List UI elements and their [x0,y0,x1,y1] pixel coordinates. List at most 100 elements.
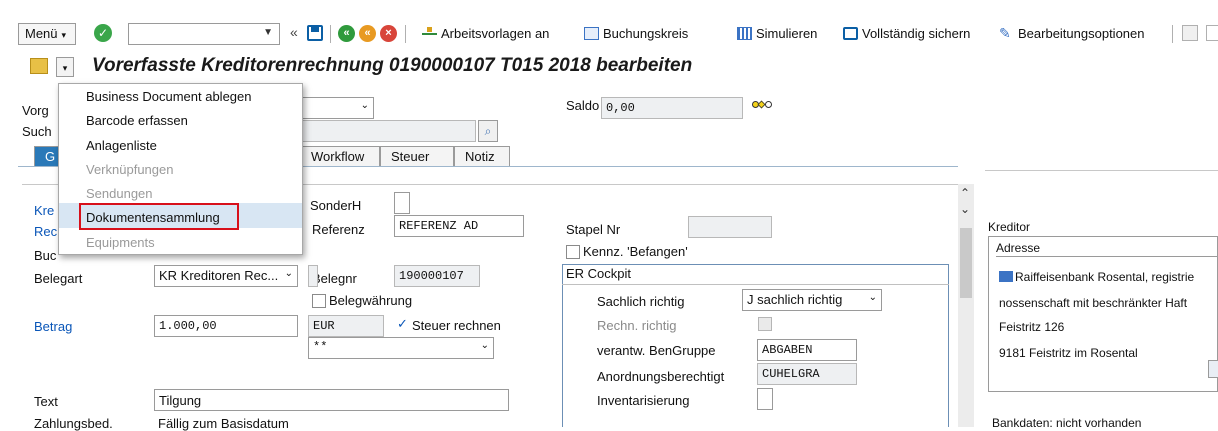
templates-icon [422,26,437,40]
address-line-1: Raiffeisenbank Rosental, registrie [999,270,1194,284]
right-panel-border [985,170,1218,171]
kreditor-title: Kreditor [988,220,1031,234]
saldo-field: 0,00 [601,97,743,119]
vollstaendig-sichern-button[interactable]: Vollständig sichern [843,22,970,44]
steuer-rechnen-label: Steuer rechnen [412,318,501,333]
chevron-down-icon[interactable]: ▼ [263,27,273,38]
save-icon [843,26,858,40]
menu-item-sendungen: Sendungen [86,186,153,201]
anordnungsberechtigt-field: CUHELGRA [757,363,857,385]
pencil-icon: ✎ [999,24,1011,41]
back-icon[interactable]: « [290,24,298,40]
scroll-up-icon[interactable]: ⌃ [960,186,970,200]
simulate-icon [737,26,752,40]
vertical-scrollbar[interactable] [958,184,974,427]
stapel-nr-field [688,216,772,238]
text-label: Text [34,394,58,409]
exit-icon[interactable]: « [359,25,376,42]
print-icon[interactable] [1182,25,1198,41]
bank-icon [999,271,1013,282]
search-help-icon[interactable]: ⌕ [478,120,498,142]
toolbar-separator [330,25,331,43]
toolbar-separator [1172,25,1173,43]
betrag-field[interactable]: 1.000,00 [154,315,298,337]
belegwaehrung-label: Belegwährung [329,293,413,308]
currency-field: EUR [308,315,384,337]
sonderh-label: SonderH [310,198,362,213]
arbeitsvorlagen-label: Arbeitsvorlagen an [441,25,550,41]
tax-code-value: ** [313,340,328,354]
belegart-label: Belegart [34,271,83,286]
page-title: Vorerfasste Kreditorenrechnung 019000010… [92,55,693,76]
er-cockpit-title: ER Cockpit [566,266,632,281]
chevron-down-icon: ⌄ [284,268,293,279]
belegwaehrung-checkbox[interactable] [312,294,326,308]
menu-button[interactable]: Menü ▾ [18,23,76,45]
tab-workflow[interactable]: Workflow [300,146,380,166]
menu-item-business-document[interactable]: Business Document ablegen [86,89,252,104]
bearbeitungsoptionen-button[interactable]: ✎ Bearbeitungsoptionen [999,22,1145,44]
menu-item-barcode[interactable]: Barcode erfassen [86,113,188,128]
check-icon[interactable]: ✓ [94,24,112,42]
belegart-select[interactable]: KR Kreditoren Rec... ⌄ [154,265,298,287]
cancel-icon[interactable]: × [380,25,397,42]
menu-item-anlagenliste[interactable]: Anlagenliste [86,138,157,153]
arbeitsvorlagen-button[interactable]: Arbeitsvorlagen an [422,22,549,44]
bearbeitungsoptionen-label: Bearbeitungsoptionen [1018,25,1145,41]
steuer-rechnen-checkbox[interactable] [396,316,410,333]
kreditor-box [988,236,1218,392]
company-code-icon [584,26,599,40]
chevron-down-icon: ⌄ [360,100,369,111]
document-overview-icon[interactable] [30,58,48,74]
highlight-box [79,203,239,230]
simulieren-button[interactable]: Simulieren [737,22,817,44]
sachlich-richtig-value: J sachlich richtig [747,292,843,307]
services-menu-button[interactable]: ▾ [56,57,74,77]
vorgang-label: Vorg [22,103,49,118]
rechn-richtig-checkbox [758,317,772,331]
address-line-3: Feistritz 126 [999,320,1065,334]
inventarisierung-field[interactable] [757,388,773,410]
adresse-header: Adresse [996,241,1041,255]
scroll-down-icon[interactable]: ⌄ [960,202,970,216]
bankdaten-label: Bankdaten: nicht vorhanden [992,416,1142,430]
search-field[interactable] [298,120,476,142]
back-nav-icon[interactable]: « [338,25,355,42]
menu-item-verknuepfungen: Verknüpfungen [86,162,174,177]
rechnungsdatum-label: Rec [34,224,58,239]
chevron-down-icon: ⌄ [480,341,489,352]
status-traffic-light-icon [752,100,772,113]
verantw-bengruppe-label: verantw. BenGruppe [597,343,716,358]
betrag-label: Betrag [34,319,73,334]
text-field[interactable]: Tilgung [154,389,509,411]
belegnr-field: 190000107 [394,265,480,287]
buchungskreis-label: Buchungskreis [603,25,689,41]
save-icon[interactable] [307,25,323,41]
befangen-checkbox[interactable] [566,245,580,259]
tab-strip-right: Workflow Steuer Notiz [300,146,510,166]
address-edit-icon[interactable] [1208,360,1218,378]
chevron-down-icon: ⌄ [868,292,877,303]
tab-steuer[interactable]: Steuer [380,146,454,166]
belegnr-label: Belegnr [312,271,357,286]
tax-code-select[interactable]: ** ⌄ [308,337,494,359]
verantw-bengruppe-field[interactable]: ABGABEN [757,339,857,361]
sachlich-richtig-select[interactable]: J sachlich richtig ⌄ [742,289,882,311]
referenz-field[interactable]: REFERENZ AD [394,215,524,237]
buchungskreis-button[interactable]: Buchungskreis [584,22,688,44]
tab-notiz[interactable]: Notiz [454,146,510,166]
chevron-down-icon: ▾ [61,30,67,40]
belegart-value: KR Kreditoren Rec... [159,268,279,283]
befangen-label: Kennz. 'Befangen' [583,244,688,259]
address-line-1-text: Raiffeisenbank Rosental, registrie [1015,270,1195,284]
inventarisierung-label: Inventarisierung [597,393,690,408]
sonderh-field[interactable] [394,192,410,214]
zahlungsbed-value: Fällig zum Basisdatum [158,416,289,431]
scrollbar-thumb[interactable] [960,228,972,298]
find-icon[interactable] [1206,25,1218,41]
menu-button-label: Menü [25,26,58,41]
simulieren-label: Simulieren [756,25,818,41]
such-label: Such [22,124,52,139]
command-field[interactable]: ▼ [128,23,280,45]
vorgang-select[interactable]: ⌄ [298,97,374,119]
